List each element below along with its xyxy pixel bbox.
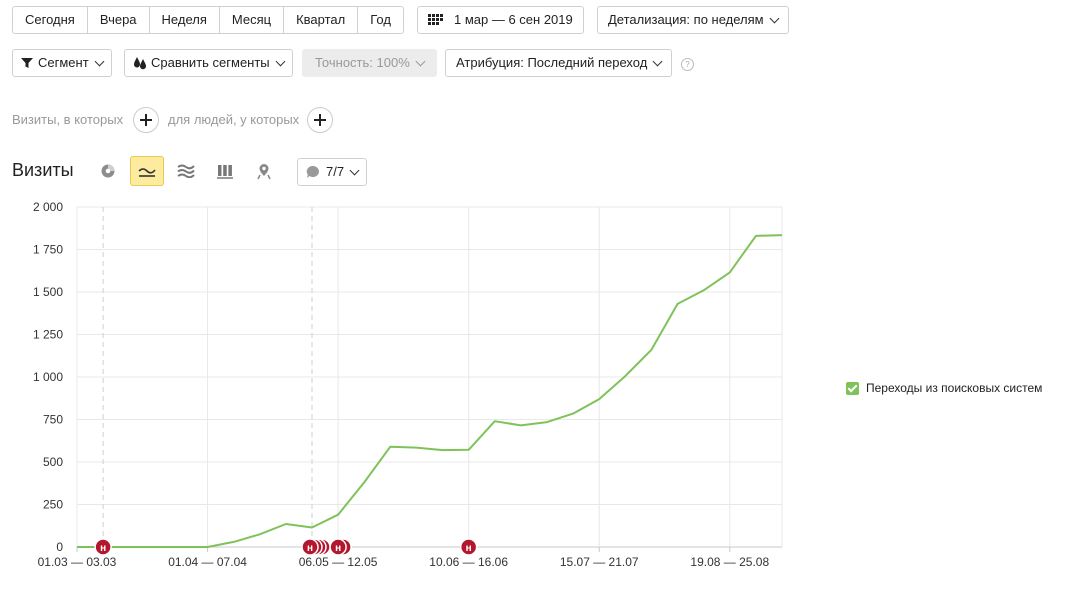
y-tick-label: 1 750 bbox=[33, 243, 63, 257]
drops-icon bbox=[134, 57, 146, 70]
report-title: Визиты bbox=[12, 160, 74, 180]
period-week-button[interactable]: Неделя bbox=[148, 6, 220, 34]
area-chart-view-button[interactable] bbox=[169, 156, 203, 186]
y-tick-label: 750 bbox=[43, 413, 63, 427]
annotation-marker-label: н bbox=[335, 543, 341, 554]
y-tick-label: 250 bbox=[43, 498, 63, 512]
bar-chart-view-button[interactable] bbox=[208, 156, 242, 186]
line-chart: 0 250 500 750 1 000 1 250 1 500 1 750 2 000 01.0… bbox=[33, 200, 783, 569]
add-visits-condition-button[interactable] bbox=[133, 107, 159, 133]
legend-series-label: Переходы из поисковых систем bbox=[866, 381, 1043, 395]
annotation-marker-label: н bbox=[100, 543, 106, 554]
filter-icon bbox=[21, 58, 33, 68]
y-tick-label: 2 000 bbox=[33, 200, 63, 214]
line-chart-icon bbox=[138, 168, 156, 177]
annotation-marker-label: н bbox=[466, 543, 472, 554]
x-tick-label: 10.06 — 16.06 bbox=[429, 555, 508, 569]
y-tick-label: 1 000 bbox=[33, 370, 63, 384]
annotations-count: 7/7 bbox=[326, 164, 345, 179]
line-chart-view-button[interactable] bbox=[130, 156, 164, 186]
x-tick-label: 15.07 — 21.07 bbox=[560, 555, 639, 569]
visits-filter-label: Визиты, в которых bbox=[12, 112, 124, 127]
x-tick-label: 01.04 — 07.04 bbox=[168, 555, 247, 569]
chevron-down-icon bbox=[652, 56, 663, 66]
period-quarter-button[interactable]: Квартал bbox=[283, 6, 359, 34]
x-tick-label: 01.03 — 03.03 bbox=[38, 555, 117, 569]
annotation-marker bbox=[329, 538, 347, 556]
period-today-button[interactable]: Сегодня bbox=[12, 6, 88, 34]
add-people-condition-button[interactable] bbox=[307, 107, 333, 133]
bar-chart-icon bbox=[217, 165, 233, 179]
calendar-icon bbox=[428, 14, 443, 25]
pie-chart-icon bbox=[101, 164, 115, 178]
annotation-marker bbox=[309, 538, 327, 556]
detail-dropdown[interactable]: Детализация: по неделям bbox=[597, 6, 789, 34]
people-filter-label: для людей, у которых bbox=[168, 112, 300, 127]
annotations-dropdown[interactable]: 7/7 bbox=[297, 158, 368, 186]
annotation-marker bbox=[313, 538, 331, 556]
area-chart-icon bbox=[177, 164, 195, 178]
period-yesterday-button[interactable]: Вчера bbox=[86, 6, 150, 34]
compare-segments-button[interactable]: Сравнить сегменты bbox=[124, 49, 293, 77]
chevron-down-icon bbox=[415, 56, 426, 66]
help-icon[interactable]: ? bbox=[681, 58, 694, 71]
x-tick-label: 19.08 — 25.08 bbox=[690, 555, 769, 569]
y-tick-label: 1 500 bbox=[33, 285, 63, 299]
annotation-marker-label: н bbox=[307, 543, 313, 554]
checkbox-checked-icon[interactable] bbox=[846, 381, 859, 395]
series-line bbox=[77, 234, 783, 548]
annotation-marker bbox=[334, 538, 352, 556]
compare-segments-label: Сравнить сегменты bbox=[151, 55, 270, 70]
map-view-button[interactable] bbox=[247, 156, 281, 186]
y-tick-label: 500 bbox=[43, 455, 63, 469]
segment-button[interactable]: Сегмент bbox=[12, 49, 112, 77]
period-year-button[interactable]: Год bbox=[357, 6, 404, 34]
attribution-label: Атрибуция: Последний переход bbox=[456, 55, 648, 70]
segment-label: Сегмент bbox=[38, 55, 89, 70]
accuracy-dropdown[interactable]: Точность: 100% bbox=[302, 49, 437, 77]
comment-icon bbox=[306, 165, 319, 178]
x-tick-label: 06.05 — 12.05 bbox=[299, 555, 378, 569]
annotation-marker bbox=[459, 538, 478, 556]
annotation-marker bbox=[94, 538, 112, 556]
chevron-down-icon bbox=[275, 56, 286, 66]
annotation-marker bbox=[305, 538, 323, 556]
chevron-down-icon bbox=[94, 56, 105, 66]
pie-chart-view-button[interactable] bbox=[91, 156, 125, 186]
accuracy-label: Точность: 100% bbox=[315, 55, 410, 70]
period-selector: Сегодня Вчера Неделя Месяц Квартал Год bbox=[12, 6, 404, 34]
chart-legend[interactable]: Переходы из поисковых систем bbox=[846, 381, 1042, 395]
chevron-down-icon bbox=[349, 165, 360, 175]
date-range-label: 1 мар — 6 сен 2019 bbox=[454, 12, 573, 27]
attribution-dropdown[interactable]: Атрибуция: Последний переход bbox=[445, 49, 673, 77]
y-tick-label: 0 bbox=[56, 540, 63, 554]
map-icon bbox=[257, 163, 271, 179]
date-range-button[interactable]: 1 мар — 6 сен 2019 bbox=[417, 6, 584, 34]
y-tick-label: 1 250 bbox=[33, 328, 63, 342]
chevron-down-icon bbox=[769, 13, 780, 23]
annotation-marker bbox=[301, 538, 319, 556]
period-month-button[interactable]: Месяц bbox=[218, 6, 285, 34]
detail-label: Детализация: по неделям bbox=[608, 12, 764, 27]
